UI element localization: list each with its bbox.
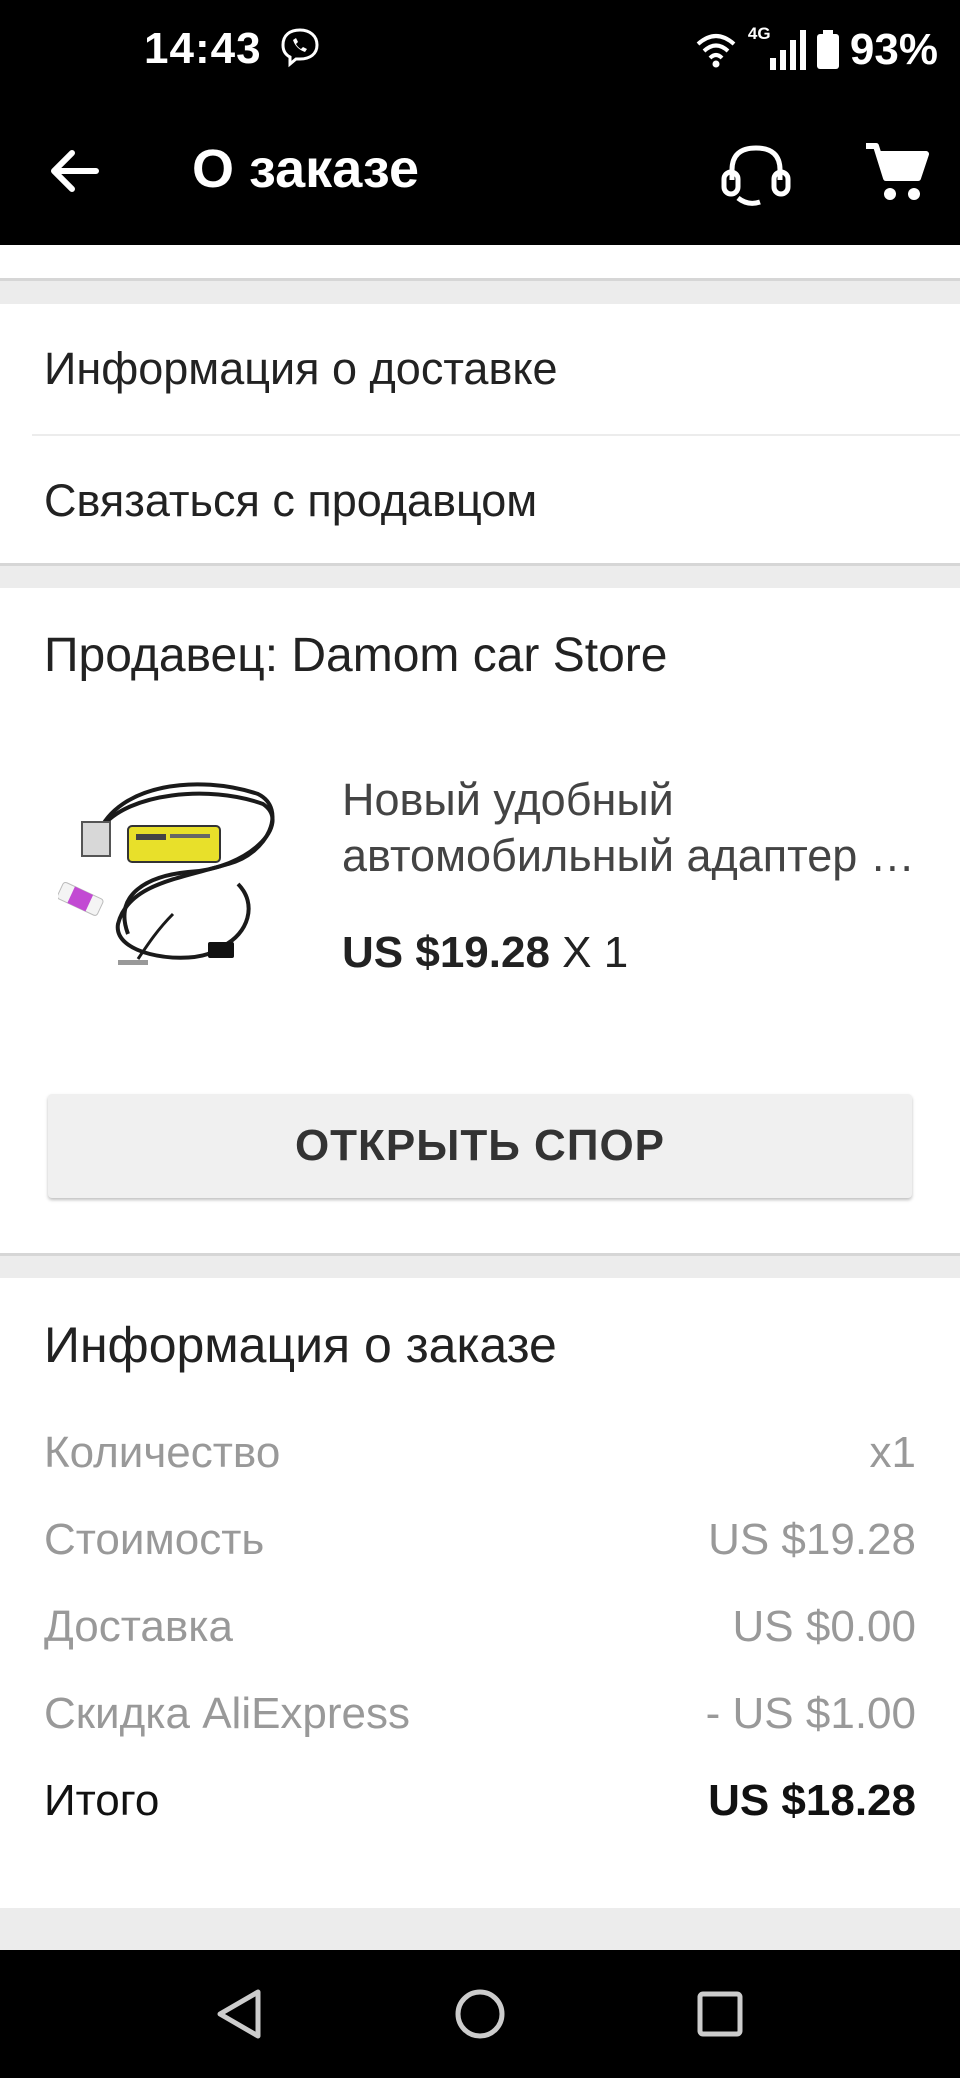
product-name-line2: автомобильный адаптер USB AUX: [342, 830, 922, 881]
seller-title[interactable]: Продавец: Damom car Store: [44, 628, 667, 683]
order-info-title: Информация о заказе: [44, 1317, 557, 1373]
app-bar: О заказе: [0, 100, 960, 245]
page-title: О заказе: [192, 139, 420, 199]
order-info-section: Информация о заказе Количество x1 Стоимо…: [0, 1278, 960, 1908]
status-time: 14:43: [144, 24, 262, 73]
viber-icon: [281, 28, 319, 68]
discount-label: Скидка AliExpress: [44, 1689, 411, 1738]
discount-row: Скидка AliExpress - US $1.00: [44, 1689, 916, 1739]
nav-home-icon[interactable]: [444, 1978, 516, 2050]
contact-seller-link[interactable]: Связаться с продавцом: [0, 436, 960, 566]
total-row: Итого US $18.28: [44, 1776, 916, 1826]
product-image[interactable]: [58, 764, 308, 974]
nav-recents-icon[interactable]: [684, 1978, 756, 2050]
battery-percentage: 93%: [849, 25, 938, 74]
shipping-row: Доставка US $0.00: [44, 1602, 916, 1652]
battery-icon: [816, 30, 839, 69]
quantity-row: Количество x1: [44, 1428, 916, 1478]
product-quantity: X 1: [562, 928, 629, 977]
delivery-info-label: Информация о доставке: [44, 343, 558, 394]
status-bar: 14:43 4G 93%: [0, 0, 960, 100]
product-name-line1: Новый удобный: [342, 774, 674, 825]
shipping-value: US $0.00: [732, 1602, 916, 1651]
top-card-edge: [0, 245, 960, 281]
nav-back-icon[interactable]: [204, 1978, 276, 2050]
quantity-value: x1: [869, 1428, 916, 1477]
seller-section: Продавец: Damom car Store Новый удобный …: [0, 588, 960, 1256]
quantity-label: Количество: [44, 1428, 281, 1477]
total-label: Итого: [44, 1776, 160, 1825]
shipping-label: Доставка: [44, 1602, 233, 1651]
discount-value: - US $1.00: [705, 1689, 916, 1738]
product-name[interactable]: Новый удобный автомобильный адаптер USB …: [342, 772, 922, 884]
contact-seller-label: Связаться с продавцом: [44, 475, 538, 526]
order-links-section: Информация о доставке Связаться с продав…: [0, 304, 960, 566]
cost-row: Стоимость US $19.28: [44, 1515, 916, 1565]
cost-value: US $19.28: [708, 1515, 916, 1564]
system-nav-bar: [0, 1950, 960, 2078]
back-arrow-icon[interactable]: [44, 140, 106, 202]
open-dispute-button[interactable]: ОТКРЫТЬ СПОР: [48, 1094, 912, 1198]
status-icons: 4G 93%: [694, 22, 938, 78]
cost-label: Стоимость: [44, 1515, 265, 1564]
wifi-icon: [696, 34, 736, 68]
support-headset-icon[interactable]: [718, 136, 794, 212]
delivery-info-link[interactable]: Информация о доставке: [0, 304, 960, 434]
cellular-signal-icon: 4G: [748, 24, 806, 72]
product-price: US $19.28: [342, 928, 550, 977]
total-value: US $18.28: [708, 1776, 916, 1825]
product-price-line: US $19.28 X 1: [342, 928, 628, 978]
cart-icon[interactable]: [862, 138, 930, 206]
